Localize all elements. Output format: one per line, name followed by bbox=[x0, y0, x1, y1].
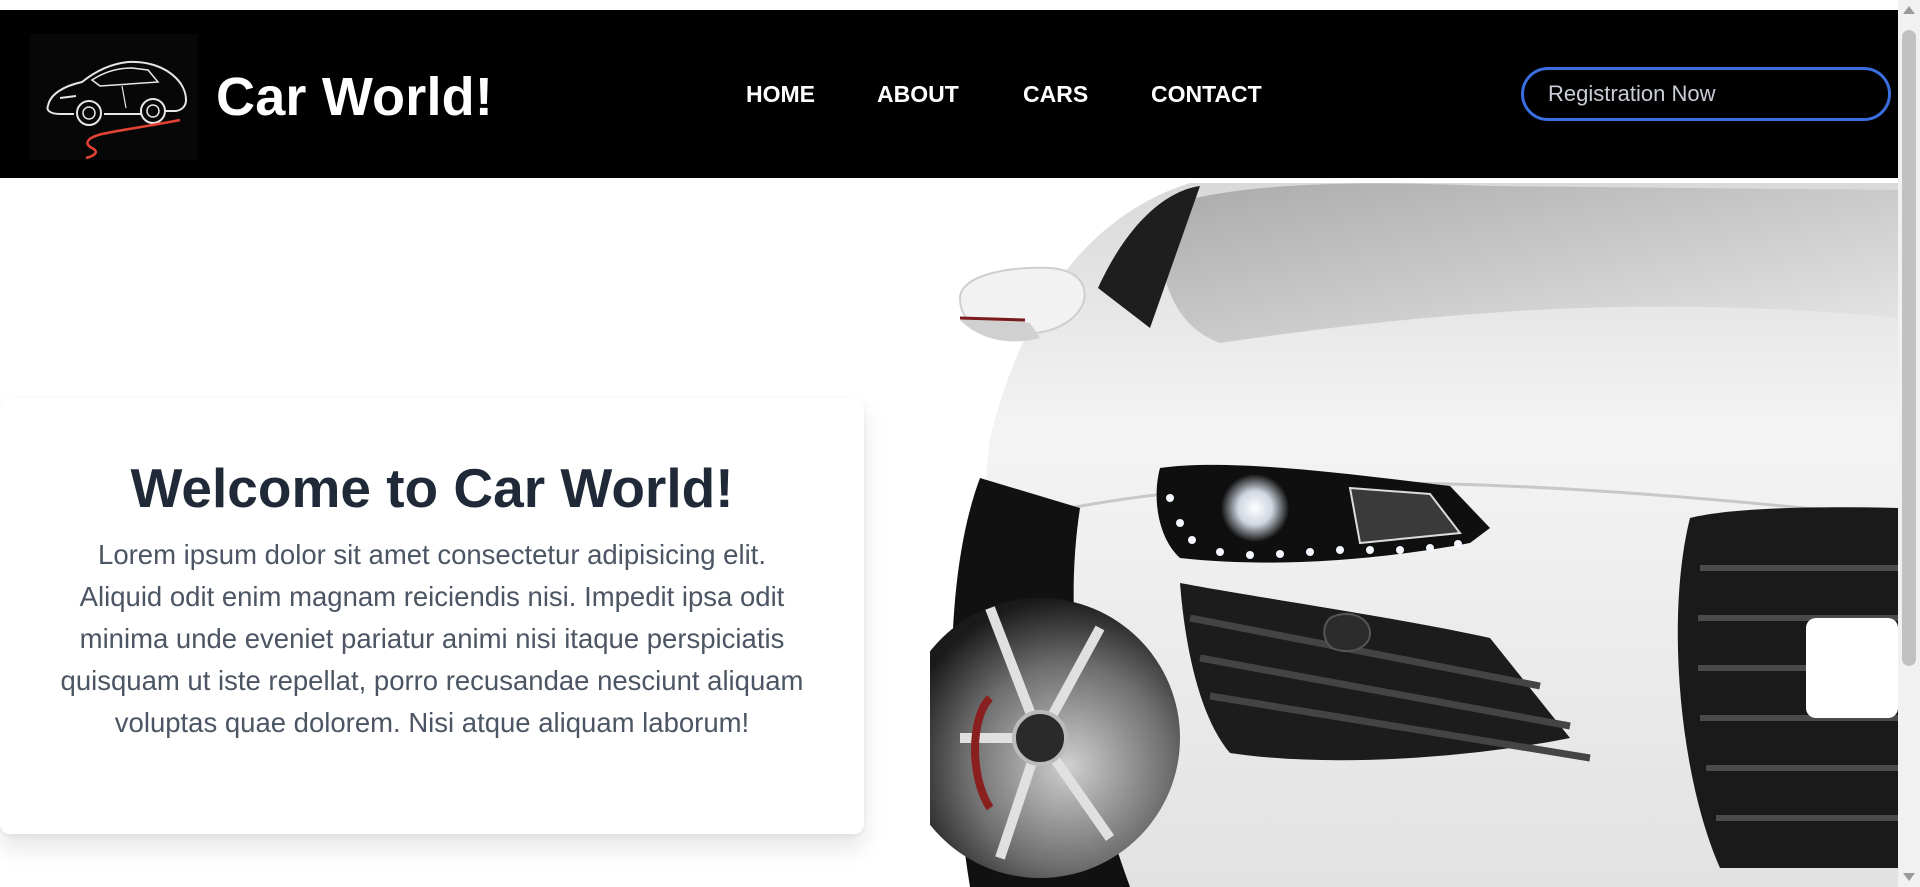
brand-title[interactable]: Car World! bbox=[216, 66, 493, 128]
scroll-down-arrow-icon[interactable] bbox=[1903, 873, 1915, 881]
welcome-text: Lorem ipsum dolor sit amet consectetur a… bbox=[60, 539, 804, 738]
navbar: Car World! HOME ABOUT CARS CONTACT Regis… bbox=[0, 10, 1898, 178]
scroll-up-arrow-icon[interactable] bbox=[1903, 6, 1915, 14]
nav-home[interactable]: HOME bbox=[746, 81, 815, 108]
hero-car-image bbox=[900, 178, 1898, 887]
logo[interactable] bbox=[30, 34, 198, 160]
welcome-heading: Welcome to Car World! bbox=[130, 457, 734, 519]
nav-about[interactable]: ABOUT bbox=[877, 81, 959, 108]
scroll-thumb[interactable] bbox=[1902, 30, 1916, 666]
registration-button[interactable]: Registration Now bbox=[1521, 67, 1891, 121]
nav-cars[interactable]: CARS bbox=[1023, 81, 1088, 108]
car-logo-icon bbox=[46, 60, 188, 160]
nav-contact[interactable]: CONTACT bbox=[1151, 81, 1262, 108]
vertical-scrollbar[interactable] bbox=[1898, 0, 1920, 887]
hero-section: Welcome to Car World! Lorem ipsum dolor … bbox=[0, 178, 1898, 887]
top-strip bbox=[0, 0, 1920, 10]
welcome-card: Welcome to Car World! Lorem ipsum dolor … bbox=[0, 398, 864, 834]
